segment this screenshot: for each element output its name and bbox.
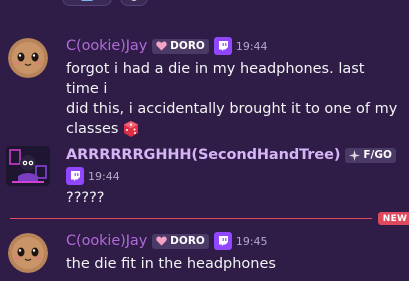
message-3: C(ookie)Jay DORO 19:45 the die fit in th… [0, 0, 409, 281]
message-line: the die fit in the headphones [66, 256, 276, 272]
message-content: the die fit in the headphones [66, 254, 401, 274]
message-header: C(ookie)Jay DORO 19:45 [66, 232, 268, 250]
twitch-icon[interactable] [213, 232, 232, 250]
server-tag-label: DORO [170, 235, 205, 247]
username[interactable]: C(ookie)Jay [66, 233, 147, 249]
heart-icon [156, 236, 167, 246]
server-tag[interactable]: DORO [152, 233, 209, 249]
avatar[interactable] [8, 233, 48, 273]
timestamp: 19:45 [235, 234, 268, 248]
